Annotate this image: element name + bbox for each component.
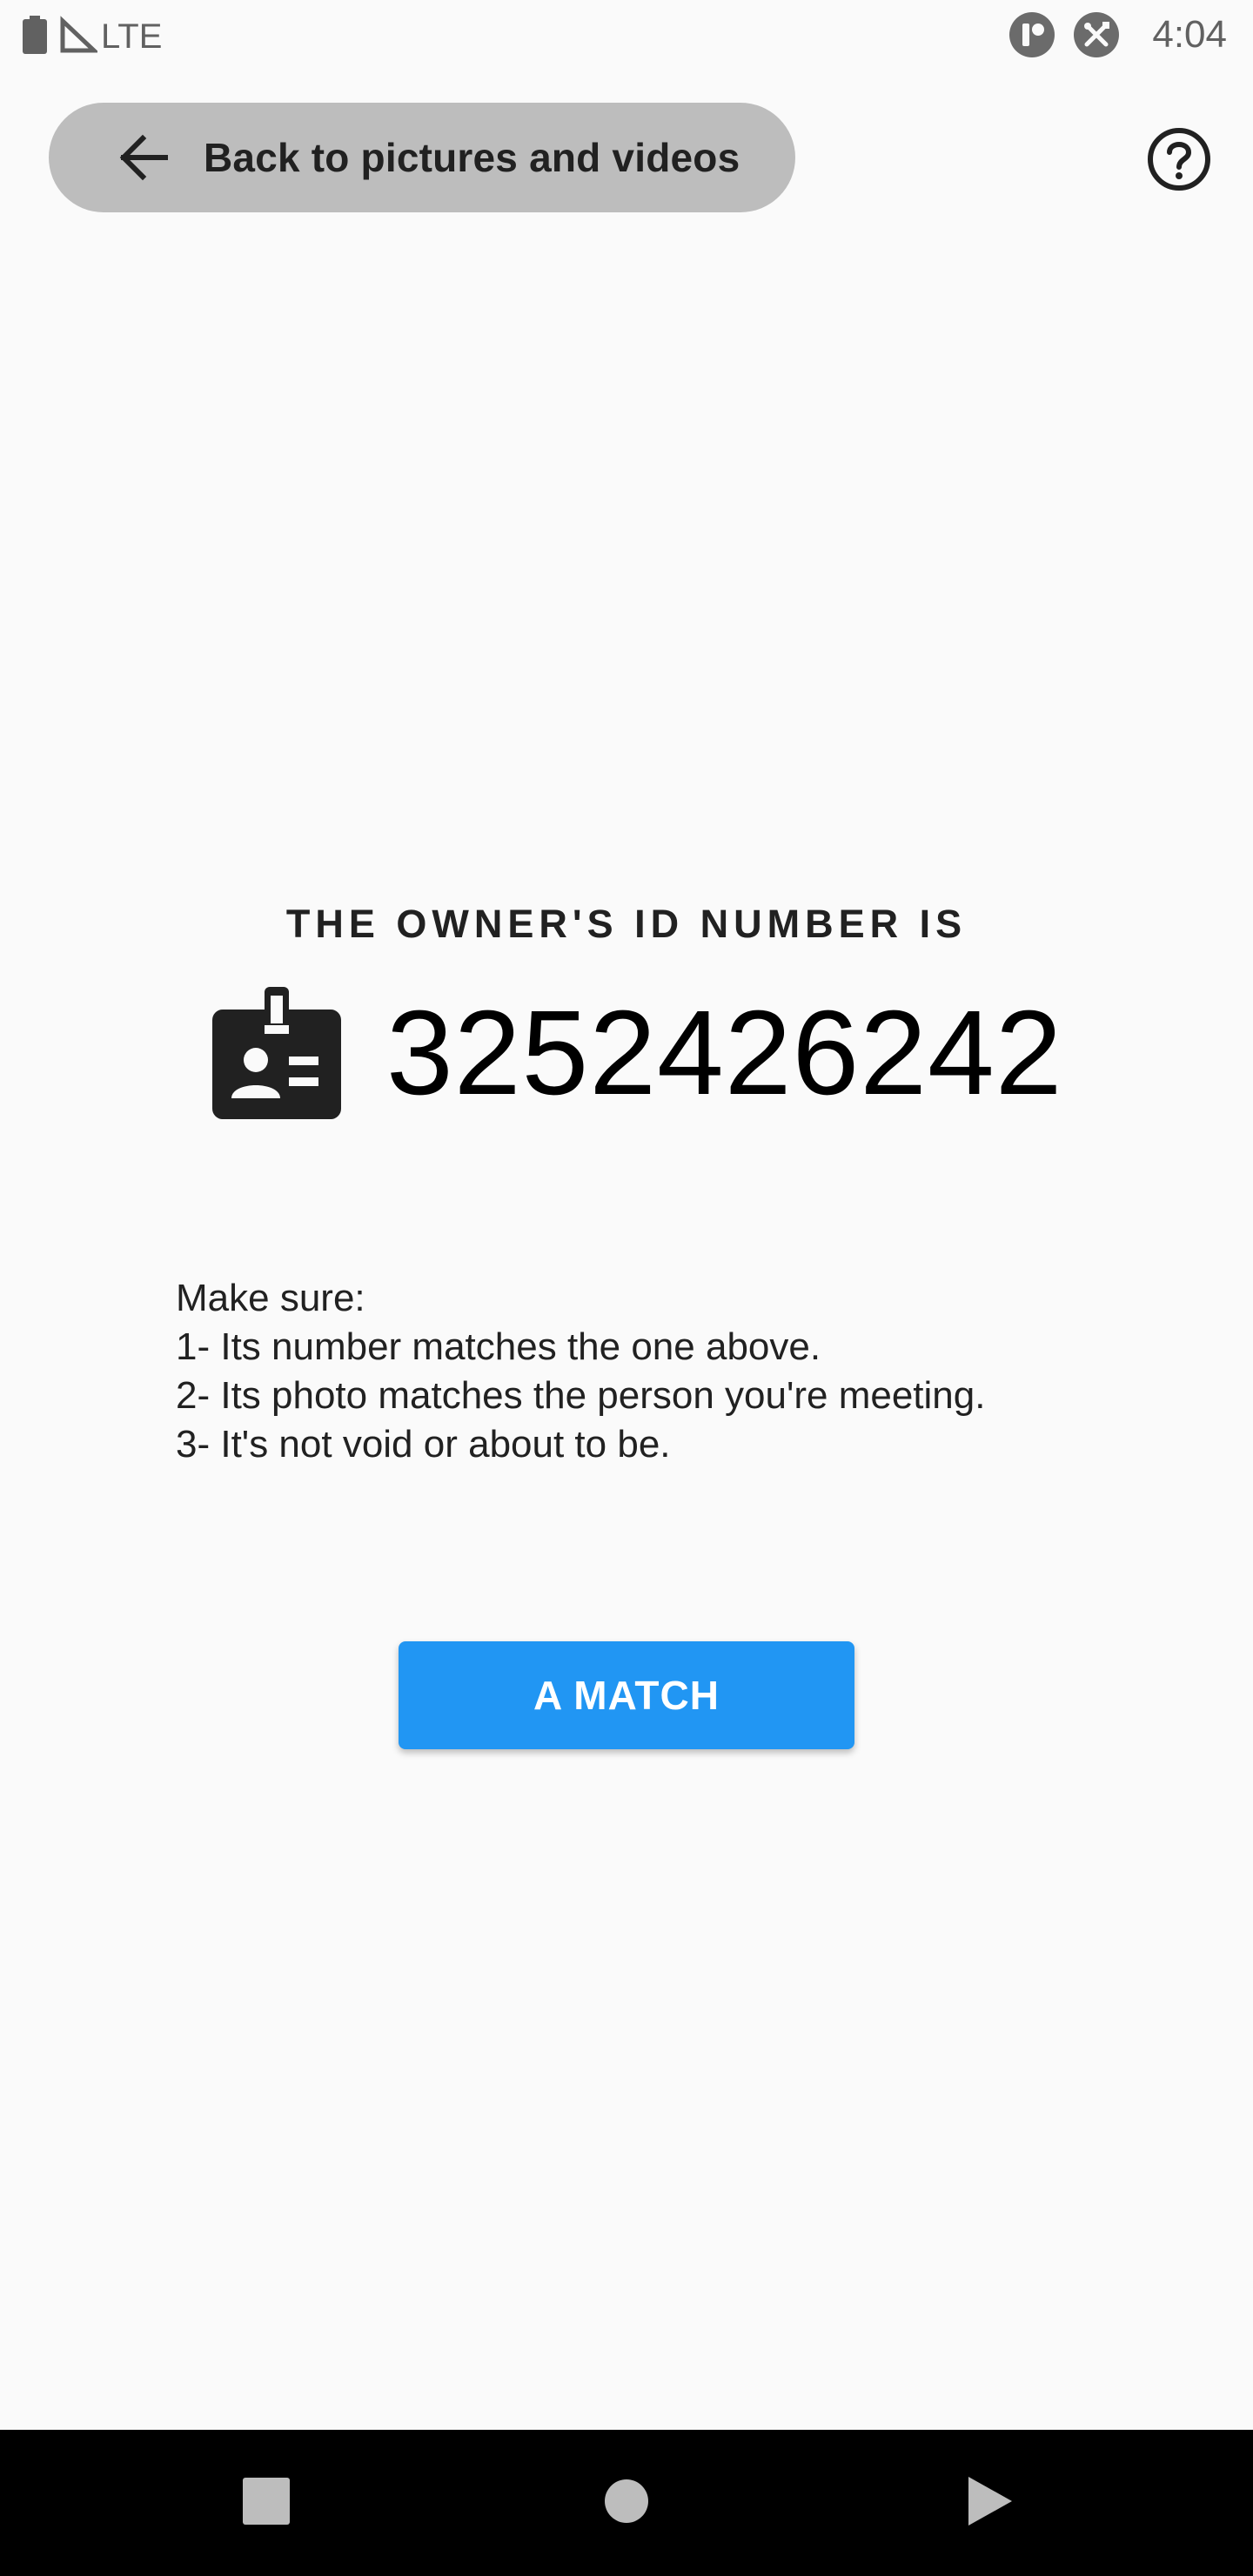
instruction-line: Make sure: <box>176 1277 365 1319</box>
home-icon <box>604 2479 649 2528</box>
status-right: 4:04 <box>1009 12 1227 57</box>
status-bar: LTE 4:04 <box>0 0 1253 73</box>
a-match-button[interactable]: A MATCH <box>399 1641 854 1749</box>
back-button-label: Back to pictures and videos <box>204 135 740 180</box>
home-button[interactable] <box>557 2430 696 2576</box>
battery-icon <box>23 16 47 58</box>
instruction-line: 1- Its number matches the one above. <box>176 1325 821 1368</box>
instructions: Make sure: 1- Its number matches the one… <box>176 1274 1133 1469</box>
tools-notification-icon <box>1074 12 1120 57</box>
back-nav-button[interactable] <box>921 2430 1060 2576</box>
recents-button[interactable] <box>197 2430 336 2576</box>
navigation-bar <box>0 2430 1253 2576</box>
help-circle-icon <box>1147 128 1211 195</box>
back-icon <box>967 2475 1014 2532</box>
status-left: LTE <box>23 16 162 58</box>
recents-icon <box>243 2477 290 2529</box>
network-type: LTE <box>101 17 163 56</box>
instruction-line: 3- It's not void or about to be. <box>176 1423 671 1466</box>
arrow-left-icon <box>117 131 171 184</box>
instruction-line: 2- Its photo matches the person you're m… <box>176 1374 986 1417</box>
app-notification-icon <box>1009 12 1055 57</box>
id-row: 3252426242 <box>212 985 1063 1121</box>
status-time: 4:04 <box>1152 13 1227 56</box>
id-caption: THE OWNER'S ID NUMBER IS <box>285 902 968 946</box>
help-button[interactable] <box>1147 127 1211 191</box>
signal-icon <box>59 16 100 58</box>
owner-id-number: 3252426242 <box>386 986 1063 1120</box>
id-badge-icon <box>212 987 341 1119</box>
back-to-pictures-button[interactable]: Back to pictures and videos <box>49 103 795 212</box>
